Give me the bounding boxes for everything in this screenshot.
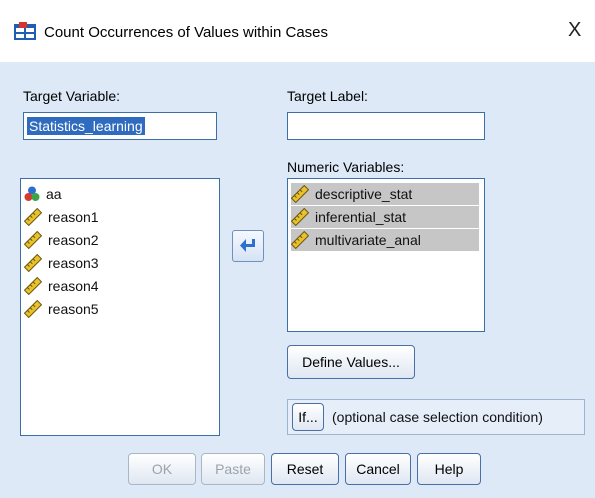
if-button[interactable]: If... (292, 403, 324, 431)
list-item-label: inferential_stat (315, 209, 407, 225)
scale-ruler-icon (291, 208, 309, 226)
list-item[interactable]: inferential_stat (291, 206, 479, 228)
target-variable-label: Target Variable: (23, 88, 121, 104)
list-item[interactable]: reason5 (24, 298, 99, 320)
scale-ruler-icon (24, 277, 42, 295)
help-button[interactable]: Help (417, 453, 481, 485)
scale-ruler-icon (291, 231, 309, 249)
scale-ruler-icon (24, 300, 42, 318)
scale-ruler-icon (24, 254, 42, 272)
list-item[interactable]: aa (24, 183, 62, 205)
paste-button[interactable]: Paste (201, 453, 265, 485)
target-label-input[interactable] (287, 112, 485, 140)
title-bar: Count Occurrences of Values within Cases… (0, 0, 595, 62)
define-values-button[interactable]: Define Values... (287, 345, 415, 379)
scale-ruler-icon (291, 185, 309, 203)
list-item[interactable]: reason3 (24, 252, 99, 274)
reset-button[interactable]: Reset (271, 453, 339, 485)
list-item-label: multivariate_anal (315, 232, 421, 248)
list-item-label: aa (46, 186, 62, 202)
list-item-label: reason1 (48, 209, 99, 225)
numeric-variables-label: Numeric Variables: (287, 159, 405, 175)
scale-ruler-icon (24, 231, 42, 249)
target-label-label: Target Label: (287, 88, 368, 104)
list-item-label: reason3 (48, 255, 99, 271)
move-variable-button[interactable] (232, 230, 264, 262)
condition-text: (optional case selection condition) (332, 409, 543, 425)
list-item-label: reason5 (48, 301, 99, 317)
arrow-move-icon (240, 239, 255, 252)
list-item[interactable]: reason2 (24, 229, 99, 251)
list-item-label: reason4 (48, 278, 99, 294)
scale-ruler-icon (24, 208, 42, 226)
target-variable-input[interactable]: Statistics_learning (23, 112, 217, 140)
list-item[interactable]: descriptive_stat (291, 183, 479, 205)
list-item[interactable]: reason1 (24, 206, 99, 228)
source-variable-list[interactable]: aa reason1 reason2 reason3 reason4 reaso… (20, 178, 220, 436)
window-title: Count Occurrences of Values within Cases (44, 24, 329, 41)
list-item[interactable]: multivariate_anal (291, 229, 479, 251)
numeric-variables-list[interactable]: descriptive_stat inferential_stat multiv… (287, 178, 485, 332)
list-item-label: descriptive_stat (315, 186, 413, 202)
ok-button[interactable]: OK (128, 453, 196, 485)
target-variable-value: Statistics_learning (27, 117, 145, 135)
list-item[interactable]: reason4 (24, 275, 99, 297)
cancel-button[interactable]: Cancel (345, 453, 411, 485)
nominal-icon (24, 186, 40, 201)
list-item-label: reason2 (48, 232, 99, 248)
close-icon[interactable]: X (568, 20, 581, 40)
spss-table-icon (14, 22, 36, 40)
